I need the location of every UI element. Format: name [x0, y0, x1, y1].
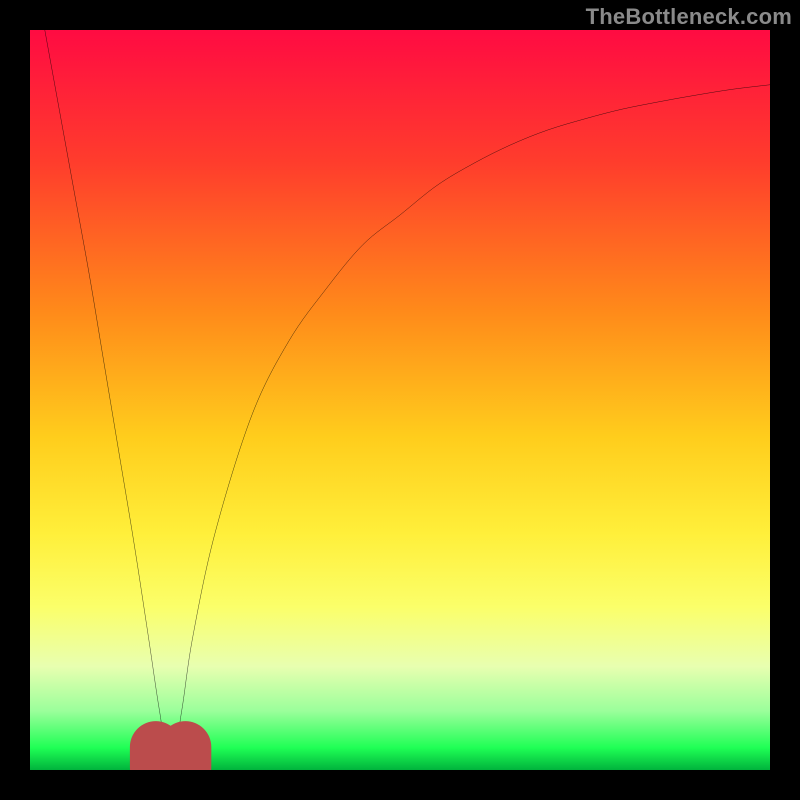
chart-svg	[30, 30, 770, 770]
chart-frame: TheBottleneck.com bottleneck-curve	[0, 0, 800, 800]
bottleneck-curve	[45, 30, 770, 770]
watermark-text: TheBottleneck.com	[586, 4, 792, 30]
chart-plot-area	[30, 30, 770, 770]
notch-marker	[156, 747, 186, 770]
